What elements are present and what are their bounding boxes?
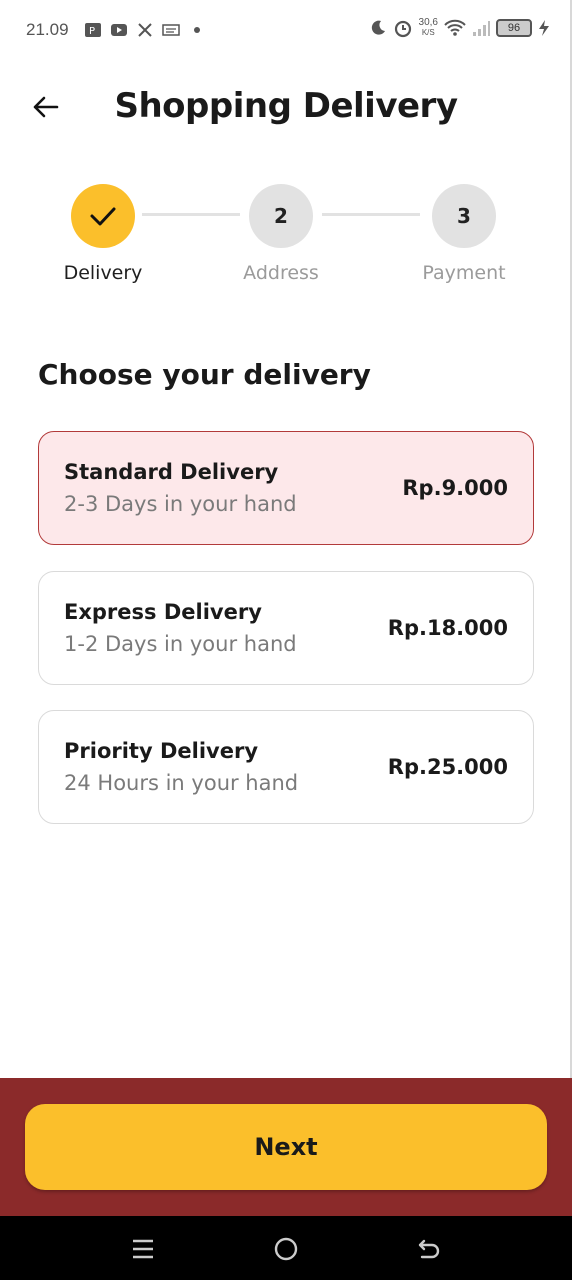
step-1-circle <box>71 184 135 248</box>
more-notifications-dot <box>194 27 200 33</box>
option-description: 1-2 Days in your hand <box>64 632 297 656</box>
step-3-circle: 3 <box>432 184 496 248</box>
signal-icon <box>473 21 490 36</box>
option-name: Express Delivery <box>64 600 262 624</box>
system-icons: 30,6 K/S 96 <box>369 18 550 38</box>
back-nav-icon <box>418 1239 440 1259</box>
system-navigation-bar <box>0 1216 572 1280</box>
delivery-option-priority[interactable]: Priority Delivery 24 Hours in your hand … <box>38 710 534 824</box>
network-speed: 30,6 K/S <box>418 17 438 38</box>
notification-icons: P <box>84 22 200 38</box>
next-button[interactable]: Next <box>25 1104 547 1190</box>
status-time: 21.09 <box>26 20 69 39</box>
option-name: Priority Delivery <box>64 739 259 763</box>
bottom-action-bar: Next <box>0 1078 572 1216</box>
x-icon <box>138 23 152 37</box>
recent-apps-button[interactable] <box>126 1232 160 1266</box>
checkmark-icon <box>90 207 116 226</box>
step-2-label: Address <box>243 262 319 284</box>
home-button[interactable] <box>269 1232 303 1266</box>
charging-icon <box>539 20 549 36</box>
step-3-label: Payment <box>422 262 506 284</box>
parking-app-icon: P <box>85 23 101 37</box>
option-name: Standard Delivery <box>64 460 279 484</box>
delivery-option-standard[interactable]: Standard Delivery 2-3 Days in your hand … <box>38 431 534 545</box>
option-description: 2-3 Days in your hand <box>64 492 297 516</box>
option-description: 24 Hours in your hand <box>64 771 299 795</box>
alarm-icon <box>394 20 411 38</box>
delivery-option-express[interactable]: Express Delivery 1-2 Days in your hand R… <box>38 571 534 685</box>
news-app-icon <box>162 24 180 36</box>
section-title: Choose your delivery <box>38 358 371 391</box>
option-price: Rp.18.000 <box>387 616 508 640</box>
page-title: Shopping Delivery <box>114 86 458 126</box>
youtube-icon <box>111 24 127 36</box>
option-price: Rp.9.000 <box>402 476 508 500</box>
home-circle-icon <box>274 1237 298 1261</box>
status-bar: 21.09 P 30,6 K/S 96 <box>0 0 572 64</box>
back-nav-button[interactable] <box>412 1232 446 1266</box>
option-price: Rp.25.000 <box>387 755 508 779</box>
wifi-icon <box>444 19 466 36</box>
svg-text:P: P <box>89 26 95 37</box>
step-2-circle: 2 <box>249 184 313 248</box>
battery-indicator: 96 <box>496 19 532 37</box>
step-connector <box>142 213 240 216</box>
step-connector <box>322 213 420 216</box>
menu-icon <box>133 1239 153 1259</box>
step-1-label: Delivery <box>63 262 143 284</box>
moon-icon <box>371 20 385 35</box>
